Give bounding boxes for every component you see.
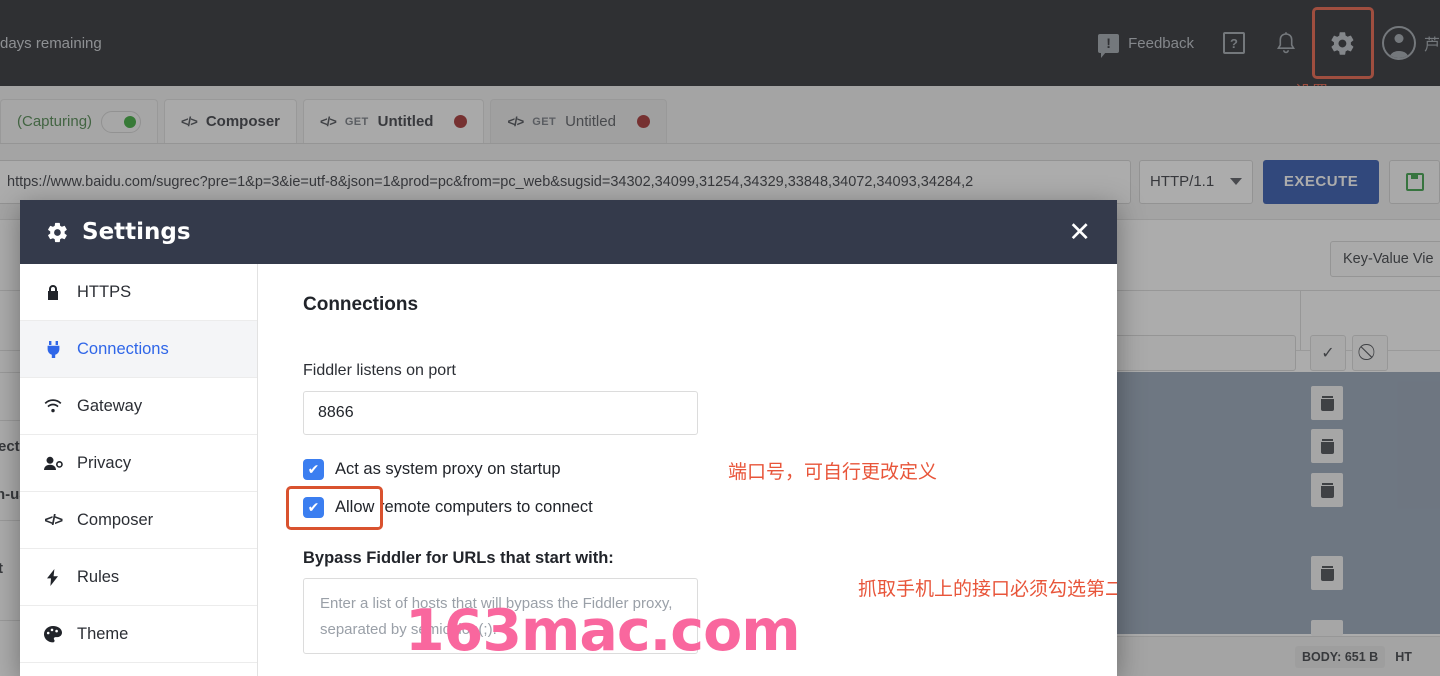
allow-remote-annotation: 抓取手机上的接口必须勾选第二个选项 — [858, 578, 1117, 600]
sidebar-item-label: Rules — [77, 567, 120, 586]
sidebar-item-theme[interactable]: Theme — [20, 606, 257, 663]
gear-icon — [48, 222, 67, 242]
sidebar-item-label: Gateway — [77, 396, 143, 415]
close-icon[interactable]: ✕ — [1068, 218, 1091, 246]
bypass-textarea[interactable]: Enter a list of hosts that will bypass t… — [303, 578, 698, 654]
sidebar-item-label: Connections — [77, 339, 169, 358]
sidebar-item-label: Theme — [77, 624, 129, 643]
port-input[interactable]: 8866 — [303, 391, 698, 435]
wifi-icon — [43, 399, 63, 413]
sidebar-item-label: HTTPS — [77, 282, 132, 301]
system-proxy-checkbox[interactable]: ✔ — [303, 459, 324, 480]
sidebar-item-more[interactable] — [20, 663, 257, 676]
lock-icon — [43, 284, 63, 301]
palette-icon — [43, 625, 63, 643]
sidebar-item-label: Privacy — [77, 453, 132, 472]
code-icon: </> — [44, 511, 63, 529]
port-annotation: 端口号，可自行更改定义 — [728, 461, 938, 483]
settings-sidebar: HTTPS Connections Gateway Privacy </> Co… — [20, 264, 258, 676]
sidebar-item-composer[interactable]: </> Composer — [20, 492, 257, 549]
system-proxy-checkbox-row[interactable]: ✔ Act as system proxy on startup — [303, 459, 561, 480]
settings-dialog-header: Settings ✕ — [20, 200, 1117, 264]
sidebar-item-https[interactable]: HTTPS — [20, 264, 257, 321]
bypass-field-label: Bypass Fiddler for URLs that start with: — [303, 549, 614, 567]
settings-dialog-body: HTTPS Connections Gateway Privacy </> Co… — [20, 264, 1117, 676]
sidebar-item-connections[interactable]: Connections — [20, 321, 257, 378]
panel-title: Connections — [303, 294, 419, 315]
sidebar-item-gateway[interactable]: Gateway — [20, 378, 257, 435]
sidebar-item-rules[interactable]: Rules — [20, 549, 257, 606]
sidebar-item-privacy[interactable]: Privacy — [20, 435, 257, 492]
settings-dialog: Settings ✕ HTTPS Connections Gateway Pri… — [20, 200, 1117, 676]
allow-remote-checkbox[interactable]: ✔ — [303, 497, 324, 518]
bolt-icon — [43, 568, 63, 586]
plug-icon — [43, 340, 63, 358]
allow-remote-label: Allow remote computers to connect — [335, 498, 593, 516]
settings-dialog-title: Settings — [82, 219, 191, 245]
port-field-label: Fiddler listens on port — [303, 362, 456, 379]
system-proxy-label: Act as system proxy on startup — [335, 460, 561, 478]
screen-root: days remaining ! Feedback ? 芦 (Capturing… — [0, 0, 1440, 676]
sidebar-item-label: Composer — [77, 510, 154, 529]
connections-panel: Connections Fiddler listens on port 8866… — [258, 264, 1117, 676]
allow-remote-checkbox-row[interactable]: ✔ Allow remote computers to connect — [286, 486, 593, 530]
person-icon — [43, 456, 63, 471]
